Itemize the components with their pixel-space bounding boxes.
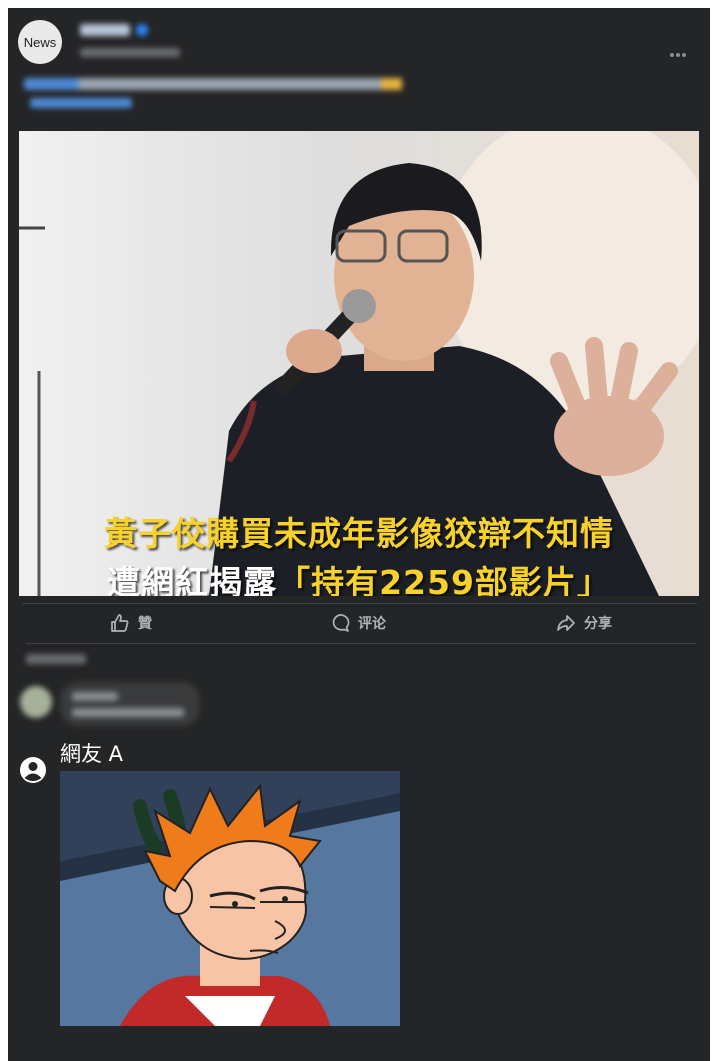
action-bar-top-divider: [22, 603, 697, 604]
post-caption-redacted: [24, 78, 444, 90]
image-headline-line2: 遭網紅揭露「持有2259部影片」: [19, 556, 699, 596]
reply-meme-image[interactable]: [60, 771, 400, 1026]
comment-text-redacted: [72, 708, 184, 717]
post-timestamp-redacted[interactable]: [80, 48, 180, 57]
verified-badge-icon: [136, 24, 148, 36]
comment-button[interactable]: 评论: [330, 612, 386, 634]
like-button-label: 贊: [138, 615, 152, 631]
like-button[interactable]: 贊: [110, 612, 152, 634]
share-icon: [557, 615, 575, 631]
image-headline-line1: 黃子佼購買未成年影像狡辯不知情: [104, 514, 614, 553]
share-button-label: 分享: [584, 615, 612, 631]
share-button[interactable]: 分享: [556, 612, 612, 634]
post-link-redacted[interactable]: [30, 98, 132, 108]
page-name-redacted[interactable]: [80, 24, 130, 36]
comment-icon: [332, 614, 350, 632]
commenter-name-redacted: [72, 692, 118, 701]
user-circle-icon: [20, 757, 46, 783]
comment-bubble-redacted: [60, 682, 200, 726]
post-image[interactable]: 黃子佼購買未成年影像狡辯不知情 遭網紅揭露「持有2259部影片」: [19, 131, 699, 596]
comment-sort-redacted[interactable]: [26, 654, 86, 664]
commenter-avatar-redacted[interactable]: [20, 686, 52, 718]
thumbs-up-icon: [111, 614, 129, 632]
squinting-cartoon-illustration: [60, 771, 400, 1026]
page-avatar[interactable]: News: [18, 20, 62, 64]
page-avatar-label: News: [23, 34, 57, 50]
reply-user-name[interactable]: 網友 A: [60, 738, 123, 768]
action-bar-bottom-divider: [26, 643, 696, 644]
image-headline-quote: 「持有2259部影片」: [277, 563, 611, 596]
comment-button-label: 评论: [358, 615, 386, 631]
more-options-icon[interactable]: [670, 42, 688, 57]
image-headline-prefix: 遭網紅揭露: [107, 563, 278, 596]
